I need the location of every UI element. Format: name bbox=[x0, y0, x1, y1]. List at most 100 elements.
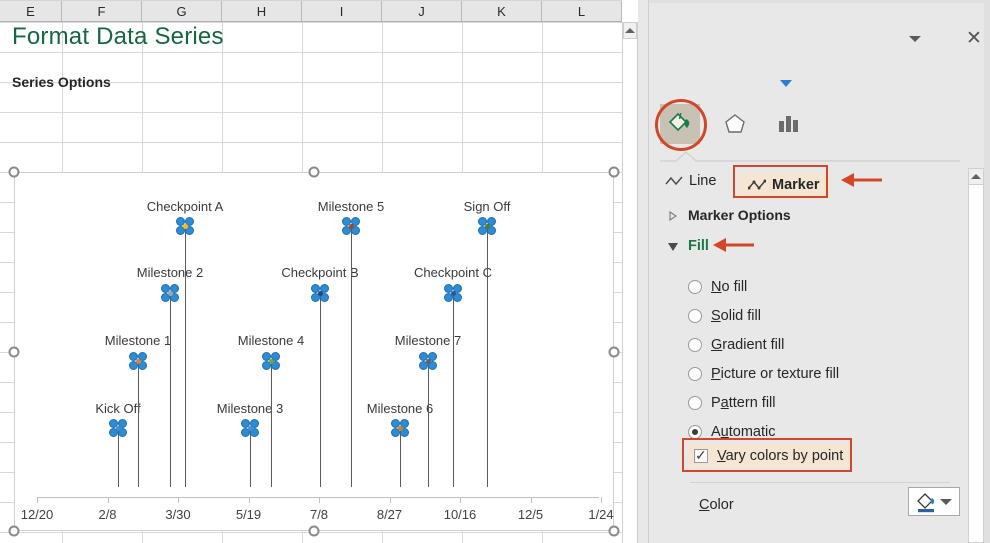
column-header-e[interactable]: E bbox=[0, 1, 62, 21]
fill-color-button[interactable] bbox=[908, 487, 960, 516]
data-point-marker[interactable] bbox=[262, 352, 280, 370]
radio-button[interactable] bbox=[688, 338, 702, 352]
sheet-scroll-gutter bbox=[638, 0, 648, 543]
fill-color-dropdown-chevron-down-icon[interactable] bbox=[940, 499, 952, 505]
chart-resize-handle[interactable] bbox=[9, 346, 20, 357]
data-label[interactable]: Milestone 3 bbox=[217, 401, 283, 416]
data-label[interactable]: Milestone 1 bbox=[105, 333, 171, 348]
chart-object[interactable]: 12/202/83/305/197/88/2710/1612/51/24Kick… bbox=[14, 172, 614, 531]
radio-button[interactable] bbox=[688, 425, 702, 439]
column-header-g[interactable]: G bbox=[142, 1, 222, 21]
pane-menu-button[interactable] bbox=[905, 28, 927, 50]
chart-resize-handle[interactable] bbox=[609, 167, 620, 178]
pane-top-divider bbox=[649, 0, 990, 3]
data-point-marker[interactable] bbox=[311, 284, 329, 302]
column-header-i[interactable]: I bbox=[302, 1, 382, 21]
sheet-scroll-up-button[interactable] bbox=[623, 22, 637, 39]
fill-option-label: No fill bbox=[711, 279, 747, 295]
pane-right-gutter bbox=[984, 0, 990, 543]
pane-title: Format Data Series bbox=[12, 23, 224, 51]
x-axis-tick-label: 10/16 bbox=[444, 507, 477, 522]
chevron-down-icon bbox=[909, 36, 921, 42]
fill-section-label[interactable]: Fill bbox=[688, 238, 709, 254]
data-label[interactable]: Checkpoint A bbox=[147, 199, 224, 214]
milestone-stem bbox=[271, 361, 272, 487]
fill-option-no-fill[interactable]: No fill bbox=[688, 272, 948, 301]
fill-expander-icon[interactable] bbox=[668, 243, 678, 251]
data-point-marker[interactable] bbox=[176, 217, 194, 235]
series-options-chevron-down-icon[interactable] bbox=[780, 80, 792, 87]
marker-center bbox=[318, 291, 323, 296]
data-label[interactable]: Milestone 5 bbox=[318, 199, 384, 214]
column-header-j[interactable]: J bbox=[382, 1, 462, 21]
radio-button[interactable] bbox=[688, 396, 702, 410]
chart-plot-area[interactable]: 12/202/83/305/197/88/2710/1612/51/24Kick… bbox=[15, 173, 613, 530]
fill-option-solid-fill[interactable]: Solid fill bbox=[688, 301, 948, 330]
chart-resize-handle[interactable] bbox=[609, 526, 620, 537]
data-label[interactable]: Milestone 2 bbox=[137, 265, 203, 280]
data-point-marker[interactable] bbox=[419, 352, 437, 370]
data-label[interactable]: Milestone 6 bbox=[367, 401, 433, 416]
data-label[interactable]: Milestone 7 bbox=[395, 333, 461, 348]
data-label[interactable]: Milestone 4 bbox=[238, 333, 304, 348]
sheet-vertical-scrollbar[interactable] bbox=[622, 22, 638, 543]
x-axis-tick-label: 2/8 bbox=[98, 507, 116, 522]
x-axis-tick-label: 12/20 bbox=[21, 507, 54, 522]
chart-resize-handle[interactable] bbox=[309, 167, 320, 178]
marker-center bbox=[183, 224, 188, 229]
chart-resize-handle[interactable] bbox=[9, 167, 20, 178]
radio-button[interactable] bbox=[688, 367, 702, 381]
data-point-marker[interactable] bbox=[241, 419, 259, 437]
chart-resize-handle[interactable] bbox=[9, 526, 20, 537]
milestone-stem bbox=[453, 293, 454, 487]
x-axis-tick bbox=[601, 497, 602, 503]
x-axis-tick-label: 3/30 bbox=[165, 507, 190, 522]
marker-options-expander-icon[interactable] bbox=[669, 211, 677, 221]
grid-row-line bbox=[0, 142, 622, 143]
x-axis-tick-label: 12/5 bbox=[518, 507, 543, 522]
effects-icon[interactable] bbox=[715, 104, 755, 144]
chart-resize-handle[interactable] bbox=[609, 346, 620, 357]
grid-row-line bbox=[0, 112, 622, 113]
column-header-row: EFGHIJKL bbox=[0, 0, 622, 22]
data-point-marker[interactable] bbox=[391, 419, 409, 437]
data-label[interactable]: Sign Off bbox=[464, 199, 511, 214]
fill-arrow-annotation bbox=[712, 236, 754, 254]
pane-close-button[interactable]: ✕ bbox=[962, 28, 986, 50]
column-header-f[interactable]: F bbox=[62, 1, 142, 21]
data-label[interactable]: Checkpoint B bbox=[281, 265, 358, 280]
data-point-marker[interactable] bbox=[109, 419, 127, 437]
pane-tab-connector bbox=[660, 150, 960, 162]
fill-option-picture-or-texture-fill[interactable]: Picture or texture fill bbox=[688, 359, 948, 388]
x-axis-tick-label: 7/8 bbox=[310, 507, 328, 522]
column-header-k[interactable]: K bbox=[462, 1, 542, 21]
fill-icon-circle-annotation bbox=[655, 99, 707, 151]
milestone-stem bbox=[351, 226, 352, 487]
data-point-marker[interactable] bbox=[444, 284, 462, 302]
fill-option-label: Picture or texture fill bbox=[711, 366, 839, 382]
x-axis-line bbox=[37, 497, 599, 498]
pane-scroll-up-button[interactable] bbox=[969, 169, 983, 185]
pane-vertical-scrollbar[interactable] bbox=[968, 168, 984, 543]
data-point-marker[interactable] bbox=[161, 284, 179, 302]
data-point-marker[interactable] bbox=[342, 217, 360, 235]
series-options-label[interactable]: Series Options bbox=[12, 74, 111, 90]
marker-center bbox=[269, 359, 274, 364]
fill-option-gradient-fill[interactable]: Gradient fill bbox=[688, 330, 948, 359]
chart-resize-handle[interactable] bbox=[309, 526, 320, 537]
line-tab[interactable]: Line bbox=[665, 173, 716, 189]
data-label[interactable]: Checkpoint C bbox=[414, 265, 492, 280]
vary-colors-box-annotation bbox=[682, 438, 852, 472]
data-point-marker[interactable] bbox=[478, 217, 496, 235]
size-and-properties-icon[interactable] bbox=[768, 104, 808, 144]
data-point-marker[interactable] bbox=[129, 352, 147, 370]
radio-button[interactable] bbox=[688, 309, 702, 323]
marker-options-label[interactable]: Marker Options bbox=[688, 207, 791, 223]
marker-center bbox=[136, 359, 141, 364]
data-label[interactable]: Kick Off bbox=[95, 401, 140, 416]
column-header-h[interactable]: H bbox=[222, 1, 302, 21]
fill-option-pattern-fill[interactable]: Pattern fill bbox=[688, 388, 948, 417]
line-chart-icon bbox=[665, 175, 683, 187]
column-header-l[interactable]: L bbox=[542, 1, 622, 21]
radio-button[interactable] bbox=[688, 280, 702, 294]
